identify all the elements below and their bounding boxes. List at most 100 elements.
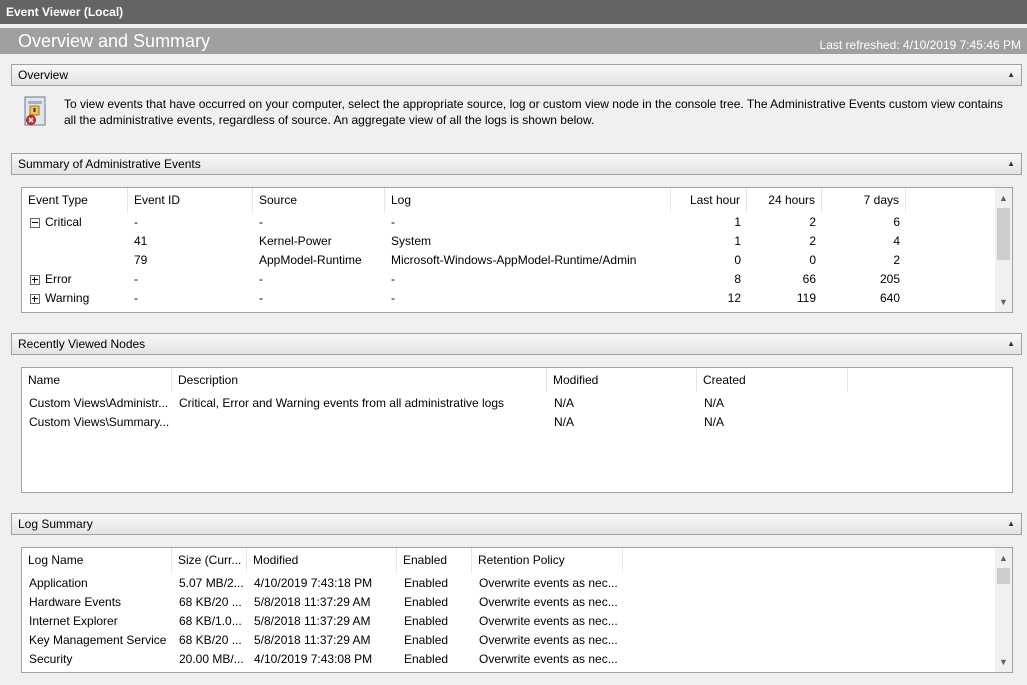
- column-header-size[interactable]: Size (Curr...: [172, 548, 247, 572]
- 24-hours-cell: 2: [809, 234, 816, 248]
- event-type-cell: Error: [45, 272, 72, 286]
- log-retention-cell: Overwrite events as nec...: [479, 576, 618, 590]
- log-cell: Microsoft-Windows-AppModel-Runtime/Admin: [391, 253, 637, 267]
- log-name-cell: Internet Explorer: [29, 614, 118, 628]
- overview-description: To view events that have occurred on you…: [64, 97, 1003, 127]
- event-id-cell: 41: [134, 234, 148, 248]
- column-header-24-hours[interactable]: 24 hours: [747, 188, 822, 212]
- column-header-log[interactable]: Log: [385, 188, 671, 212]
- column-header-name[interactable]: Name: [22, 368, 172, 392]
- column-header-created[interactable]: Created: [697, 368, 848, 392]
- vertical-scrollbar[interactable]: ▲ ▼: [995, 188, 1012, 312]
- column-header-event-id[interactable]: Event ID: [128, 188, 253, 212]
- overview-section-title: Overview: [18, 68, 69, 82]
- collapse-up-icon[interactable]: ▲: [1007, 334, 1015, 354]
- log-cell: -: [391, 215, 395, 229]
- source-cell: -: [259, 272, 263, 286]
- event-log-icon: [24, 96, 46, 126]
- log-summary-table: Log Name Size (Curr... Modified Enabled …: [21, 547, 1013, 673]
- page-title: Overview and Summary: [18, 31, 211, 51]
- event-id-cell: -: [134, 215, 138, 229]
- log-retention-cell: Overwrite events as nec...: [479, 614, 618, 628]
- scroll-down-arrow-icon[interactable]: ▼: [995, 294, 1012, 310]
- log-name-cell: Application: [29, 576, 88, 590]
- log-enabled-cell: Enabled: [404, 576, 449, 590]
- tree-collapse-icon[interactable]: [30, 218, 40, 228]
- column-header-7-days[interactable]: 7 days: [822, 188, 906, 212]
- 7-days-cell: 640: [879, 291, 900, 305]
- source-cell: AppModel-Runtime: [259, 253, 362, 267]
- banner-bar: Overview and Summary Last refreshed: 4/1…: [0, 28, 1027, 54]
- last-refreshed-text: Last refreshed: 4/10/2019 7:45:46 PM: [819, 38, 1021, 52]
- scroll-up-arrow-icon[interactable]: ▲: [995, 550, 1012, 566]
- log-name-cell: Key Management Service: [29, 633, 167, 647]
- scrollbar-thumb[interactable]: [997, 208, 1010, 260]
- column-header-source[interactable]: Source: [253, 188, 385, 212]
- summary-section-header[interactable]: Summary of Administrative Events ▲: [11, 153, 1022, 175]
- summary-section-title: Summary of Administrative Events: [18, 157, 201, 171]
- collapse-up-icon[interactable]: ▲: [1007, 154, 1015, 174]
- last-hour-cell: 1: [734, 234, 741, 248]
- last-hour-cell: 8: [734, 272, 741, 286]
- column-header-description[interactable]: Description: [172, 368, 547, 392]
- log-enabled-cell: Enabled: [404, 652, 449, 666]
- 7-days-cell: 4: [893, 234, 900, 248]
- node-name-cell: Custom Views\Administr...: [29, 396, 169, 410]
- overview-body: To view events that have occurred on you…: [11, 88, 1022, 140]
- node-modified-cell: N/A: [554, 415, 575, 429]
- collapse-up-icon[interactable]: ▲: [1007, 65, 1015, 85]
- scrollbar-thumb[interactable]: [997, 568, 1010, 584]
- log-cell: System: [391, 234, 432, 248]
- log-size-cell: 68 KB/20 ...: [179, 595, 242, 609]
- source-cell: -: [259, 215, 263, 229]
- 7-days-cell: 6: [893, 215, 900, 229]
- log-summary-section-header[interactable]: Log Summary ▲: [11, 513, 1022, 535]
- event-type-cell: Warning: [45, 291, 90, 305]
- last-hour-cell: 12: [727, 291, 741, 305]
- log-size-cell: 68 KB/20 ...: [179, 633, 242, 647]
- node-name-cell: Custom Views\Summary...: [29, 415, 170, 429]
- page-banner: Overview and Summary Last refreshed: 4/1…: [0, 24, 1027, 58]
- scroll-up-arrow-icon[interactable]: ▲: [995, 190, 1012, 206]
- event-type-cell: Critical: [45, 215, 82, 229]
- summary-table: Event Type Event ID Source Log Last hour…: [21, 187, 1013, 313]
- collapse-up-icon[interactable]: ▲: [1007, 514, 1015, 534]
- source-cell: -: [259, 291, 263, 305]
- node-modified-cell: N/A: [554, 396, 575, 410]
- column-header-retention-policy[interactable]: Retention Policy: [472, 548, 623, 572]
- column-header-enabled[interactable]: Enabled: [397, 548, 472, 572]
- last-hour-cell: 1: [734, 215, 741, 229]
- log-modified-cell: 4/10/2019 7:43:18 PM: [254, 576, 373, 590]
- overview-section-header[interactable]: Overview ▲: [11, 64, 1022, 86]
- event-id-cell: -: [134, 272, 138, 286]
- log-modified-cell: 5/8/2018 11:37:29 AM: [254, 633, 371, 647]
- log-size-cell: 68 KB/1.0...: [179, 614, 242, 628]
- 24-hours-cell: 119: [796, 291, 816, 305]
- node-description-cell: [179, 413, 547, 432]
- last-hour-cell: 0: [734, 253, 741, 267]
- tree-expand-icon[interactable]: [30, 275, 40, 285]
- 24-hours-cell: 2: [809, 215, 816, 229]
- log-enabled-cell: Enabled: [404, 614, 449, 628]
- column-header-modified[interactable]: Modified: [547, 368, 697, 392]
- log-size-cell: 20.00 MB/...: [179, 652, 244, 666]
- column-header-log-name[interactable]: Log Name: [22, 548, 172, 572]
- column-header-event-type[interactable]: Event Type: [22, 188, 128, 212]
- scroll-down-arrow-icon[interactable]: ▼: [995, 654, 1012, 670]
- event-id-cell: 79: [134, 253, 148, 267]
- log-enabled-cell: Enabled: [404, 595, 449, 609]
- column-header-last-hour[interactable]: Last hour: [671, 188, 747, 212]
- vertical-scrollbar[interactable]: ▲ ▼: [995, 548, 1012, 672]
- log-modified-cell: 5/8/2018 11:37:29 AM: [254, 614, 371, 628]
- log-name-cell: Hardware Events: [29, 595, 122, 609]
- recent-section-header[interactable]: Recently Viewed Nodes ▲: [11, 333, 1022, 355]
- log-enabled-cell: Enabled: [404, 633, 449, 647]
- 24-hours-cell: 0: [809, 253, 816, 267]
- log-modified-cell: 4/10/2019 7:43:08 PM: [254, 652, 373, 666]
- tree-expand-icon[interactable]: [30, 294, 40, 304]
- column-header-modified[interactable]: Modified: [247, 548, 397, 572]
- event-id-cell: -: [134, 291, 138, 305]
- log-modified-cell: 5/8/2018 11:37:29 AM: [254, 595, 371, 609]
- log-retention-cell: Overwrite events as nec...: [479, 595, 618, 609]
- window-title: Event Viewer (Local): [0, 0, 1027, 24]
